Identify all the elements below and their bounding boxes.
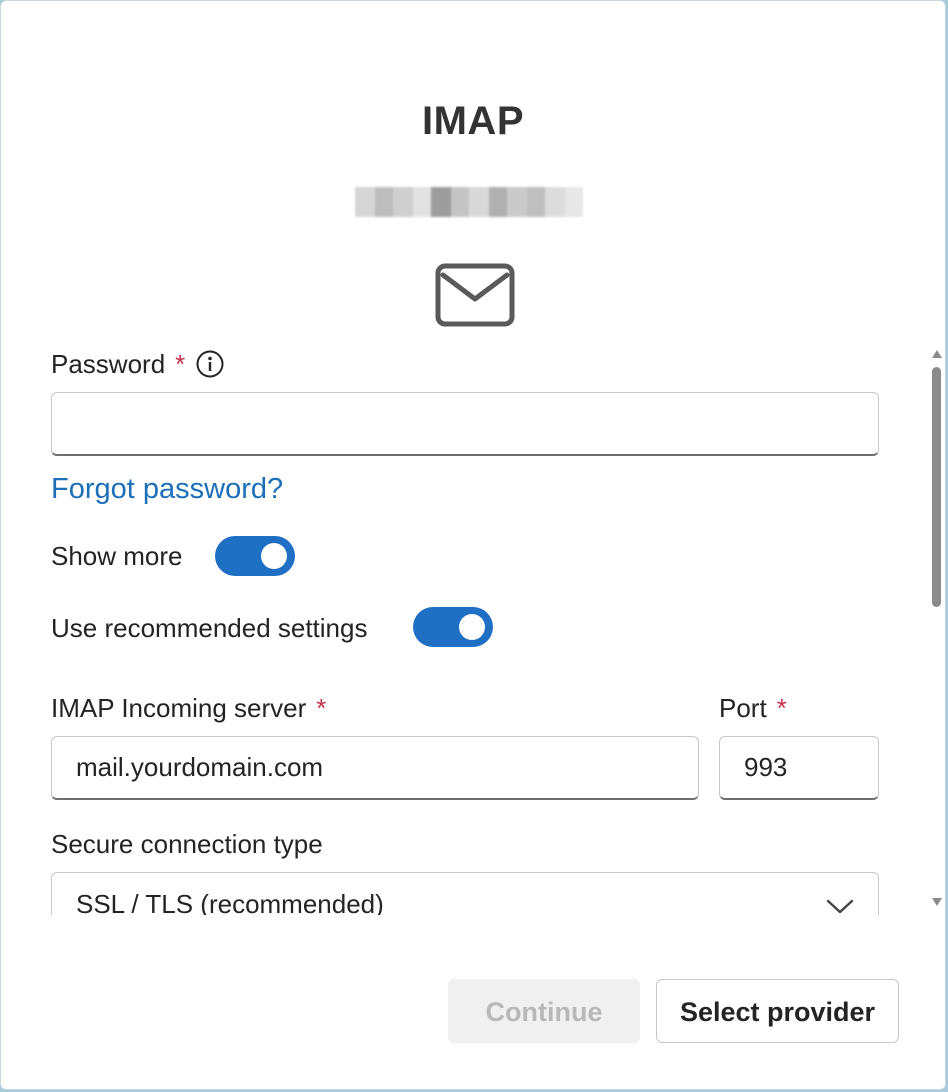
use-recommended-toggle[interactable]	[413, 607, 493, 647]
incoming-server-label-text: IMAP Incoming server	[51, 693, 307, 723]
mail-envelope-icon	[435, 263, 515, 327]
port-input[interactable]	[719, 736, 879, 800]
password-label: Password *	[51, 349, 185, 380]
forgot-password-link[interactable]: Forgot password?	[51, 473, 283, 506]
account-email-obscured	[351, 187, 596, 217]
scrollbar-thumb[interactable]	[932, 367, 941, 607]
incoming-server-label: IMAP Incoming server *	[51, 693, 326, 724]
scroll-down-arrow-icon[interactable]	[931, 897, 943, 907]
chevron-down-icon	[826, 899, 854, 914]
imap-setup-dialog: IMAP Password * Forgot password? Show mo…	[0, 0, 946, 1090]
info-icon[interactable]	[195, 349, 225, 379]
required-marker: *	[175, 349, 186, 379]
form-scroll-area: Password * Forgot password? Show more Use…	[1, 341, 925, 915]
port-label: Port *	[719, 693, 787, 724]
connection-type-select[interactable]: SSL / TLS (recommended)	[51, 872, 879, 915]
required-marker: *	[316, 693, 327, 723]
toggle-knob	[261, 543, 287, 569]
password-input[interactable]	[51, 392, 879, 456]
incoming-server-input[interactable]	[51, 736, 699, 800]
show-more-toggle[interactable]	[215, 536, 295, 576]
scroll-up-arrow-icon[interactable]	[931, 349, 943, 359]
show-more-label: Show more	[51, 541, 183, 571]
select-provider-button[interactable]: Select provider	[656, 979, 899, 1043]
required-marker: *	[776, 693, 787, 723]
connection-type-label: Secure connection type	[51, 829, 323, 859]
dialog-title: IMAP	[422, 99, 524, 143]
use-recommended-label: Use recommended settings	[51, 613, 368, 643]
port-label-text: Port	[719, 693, 767, 723]
password-label-text: Password	[51, 349, 166, 379]
continue-button[interactable]: Continue	[448, 979, 640, 1043]
form-scrollbar[interactable]	[927, 341, 945, 915]
connection-type-value: SSL / TLS (recommended)	[76, 889, 384, 915]
toggle-knob	[459, 614, 485, 640]
